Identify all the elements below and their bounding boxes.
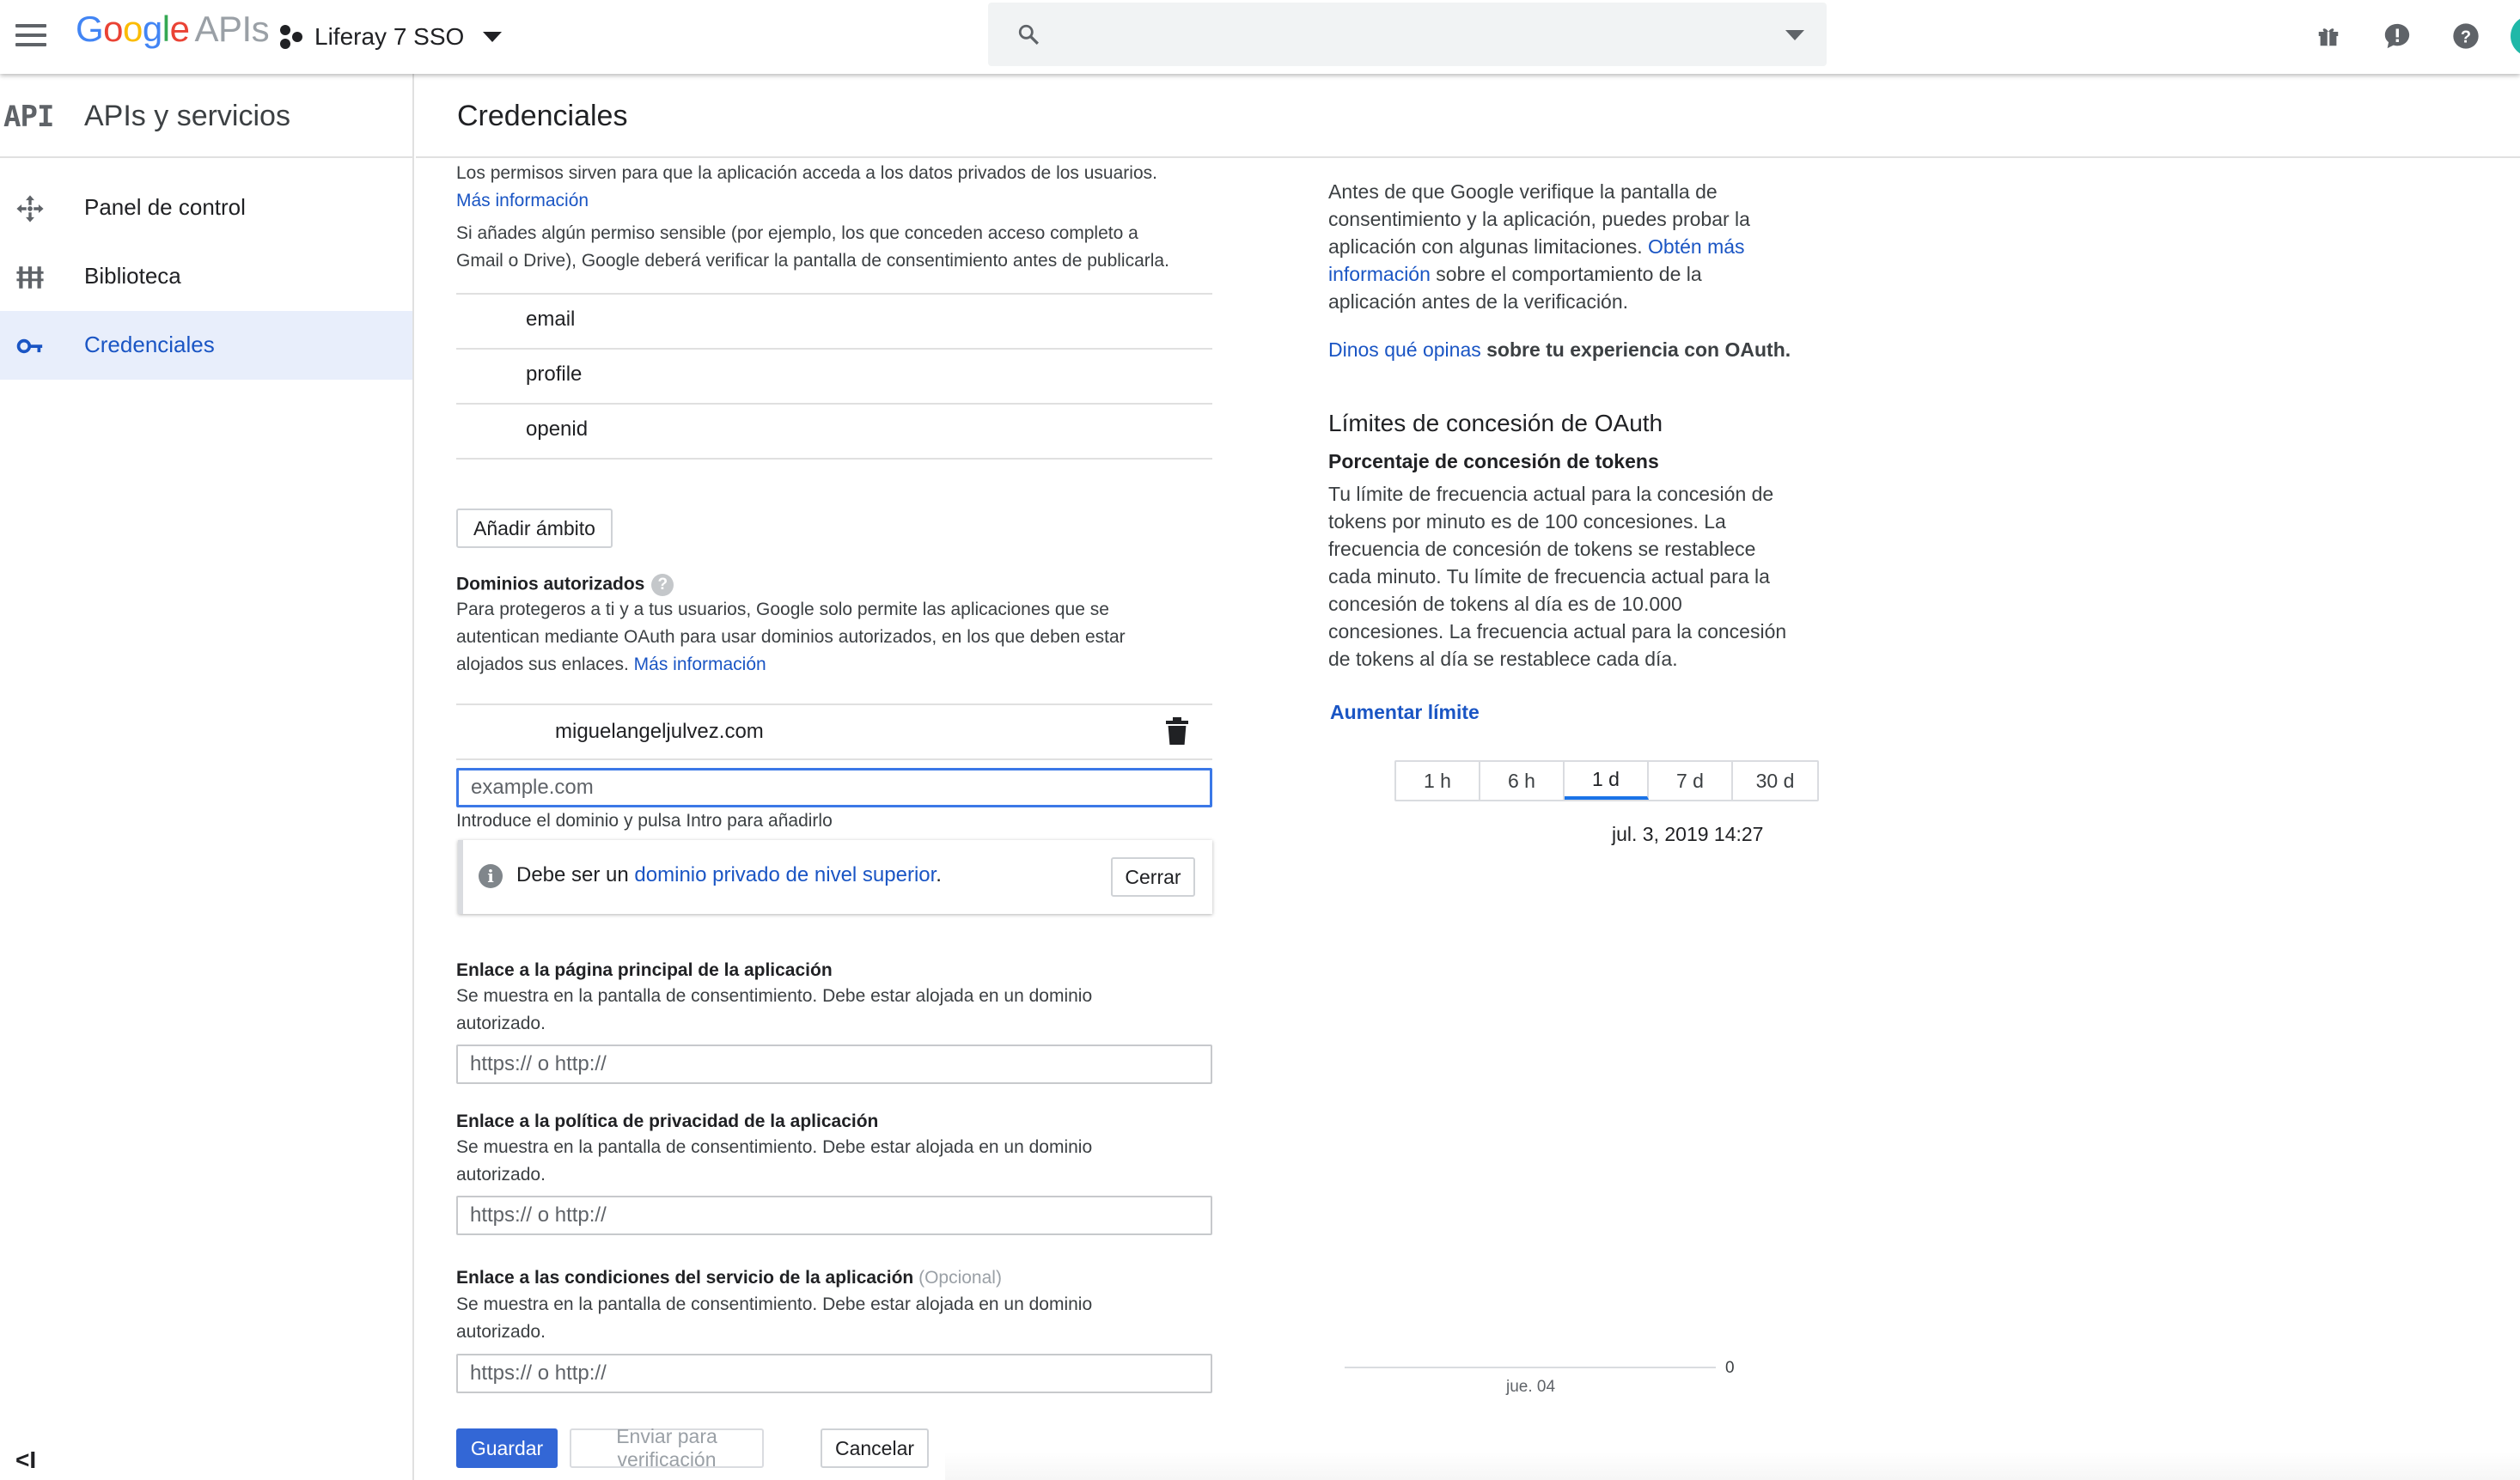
learn-more-link[interactable]: información — [1328, 263, 1431, 285]
add-scope-button[interactable]: Añadir ámbito — [456, 509, 613, 548]
privacy-policy-input[interactable] — [456, 1196, 1212, 1235]
sensitive-scopes-note: Si añades algún permiso sensible (por ej… — [456, 223, 1138, 243]
range-7d[interactable]: 7 d — [1649, 762, 1733, 800]
top-level-domain-link[interactable]: dominio privado de nivel superior — [634, 863, 936, 886]
domain-error-alert: i Debe ser un dominio privado de nivel s… — [458, 840, 1212, 914]
optional-tag: (Opcional) — [918, 1268, 1002, 1288]
save-button[interactable]: Guardar — [456, 1428, 558, 1468]
divider — [456, 703, 1212, 705]
search-input[interactable] — [1065, 16, 1753, 52]
chart-y-zero-label: 0 — [1725, 1359, 1735, 1377]
range-1d[interactable]: 1 d — [1565, 762, 1649, 800]
privacy-policy-desc: Se muestra en la pantalla de consentimie… — [456, 1137, 1093, 1157]
help-icon[interactable]: ? — [2449, 19, 2483, 53]
terms-of-service-desc: Se muestra en la pantalla de consentimie… — [456, 1294, 1093, 1314]
sidebar-item-biblioteca[interactable]: Biblioteca — [0, 242, 412, 311]
terms-of-service-desc: autorizado. — [456, 1322, 546, 1342]
gift-icon[interactable] — [2311, 19, 2346, 53]
sensitive-scopes-note: Gmail o Drive), Google deberá verificar … — [456, 251, 1169, 271]
search-bar[interactable] — [988, 3, 1827, 66]
scope-item: email — [526, 308, 576, 331]
sidebar-item-credenciales[interactable]: Credenciales — [0, 311, 412, 380]
top-app-bar: Google APIs Liferay 7 SSO ? — [0, 0, 2520, 74]
google-apis-logo[interactable]: Google APIs — [76, 9, 270, 50]
authorized-domain-item: miguelangeljulvez.com — [555, 720, 764, 743]
increase-limit-link[interactable]: Aumentar límite — [1330, 701, 1480, 724]
chart-x-axis — [1345, 1367, 1716, 1368]
feedback-icon[interactable] — [2380, 19, 2414, 53]
sidebar-item-label: Panel de control — [84, 194, 246, 220]
divider — [456, 458, 1212, 460]
scope-item: openid — [526, 417, 589, 441]
key-icon — [16, 338, 43, 354]
authorized-domains-desc: autentican mediante OAuth para usar domi… — [456, 627, 1126, 647]
sidebar-header: API APIs y servicios — [0, 74, 412, 158]
feedback-link[interactable]: Dinos qué opinas — [1328, 338, 1481, 361]
project-dots-icon — [280, 25, 304, 49]
domains-more-info-link[interactable]: Más información — [634, 655, 766, 674]
divider — [456, 293, 1212, 295]
chevron-down-icon — [483, 32, 503, 42]
time-range-selector: 1 h 6 h 1 d 7 d 30 d — [1394, 760, 1819, 801]
divider — [456, 348, 1212, 350]
dashboard-icon — [16, 195, 44, 222]
sidebar-title: APIs y servicios — [84, 100, 290, 132]
scopes-intro: Los permisos sirven para que la aplicaci… — [456, 163, 1157, 183]
library-icon — [16, 266, 44, 289]
alert-message: Debe ser un dominio privado de nivel sup… — [516, 863, 942, 886]
info-icon: i — [479, 864, 503, 888]
search-options-chevron-icon[interactable] — [1785, 30, 1804, 40]
authorized-domains-label: Dominios autorizados? — [456, 574, 674, 596]
sidebar: API APIs y servicios Panel de control Bi… — [0, 74, 414, 1480]
sidebar-item-panel-de-control[interactable]: Panel de control — [0, 174, 412, 242]
oauth-limits-title: Límites de concesión de OAuth — [1328, 410, 1663, 436]
help-icon[interactable]: ? — [651, 574, 674, 596]
range-30d[interactable]: 30 d — [1733, 762, 1817, 800]
range-1h[interactable]: 1 h — [1396, 762, 1480, 800]
api-badge-icon: API — [3, 100, 54, 134]
account-avatar[interactable] — [2511, 15, 2520, 57]
divider — [456, 403, 1212, 405]
homepage-link-desc: autorizado. — [456, 1014, 546, 1033]
scopes-more-info-link[interactable]: Más información — [456, 187, 589, 215]
authorized-domains-desc: alojados sus enlaces. Más información — [456, 655, 766, 674]
bottom-shadow — [945, 1452, 2520, 1480]
page-title: Credenciales — [457, 100, 628, 132]
authorized-domains-desc: Para protegeros a ti y a tus usuarios, G… — [456, 600, 1109, 619]
chart-x-tick: jue. 04 — [1506, 1378, 1556, 1396]
project-name: Liferay 7 SSO — [314, 23, 465, 50]
learn-more-link[interactable]: Obtén más — [1648, 235, 1745, 258]
verification-info: Antes de que Google verifique la pantall… — [1328, 180, 1750, 313]
homepage-link-label: Enlace a la página principal de la aplic… — [456, 960, 833, 980]
privacy-policy-desc: autorizado. — [456, 1165, 546, 1185]
cancel-button[interactable]: Cancelar — [821, 1428, 929, 1468]
token-rate-description: Tu límite de frecuencia actual para la c… — [1328, 483, 1787, 670]
range-6h[interactable]: 6 h — [1480, 762, 1565, 800]
sidebar-item-label: Credenciales — [84, 332, 215, 357]
collapse-sidebar-icon[interactable]: <I — [15, 1447, 36, 1474]
domain-input-hint: Introduce el dominio y pulsa Intro para … — [456, 811, 833, 831]
privacy-policy-label: Enlace a la política de privacidad de la… — [456, 1112, 879, 1131]
divider — [456, 758, 1212, 760]
trash-icon[interactable] — [1165, 717, 1189, 745]
menu-icon[interactable] — [14, 19, 50, 55]
close-alert-button[interactable]: Cerrar — [1111, 857, 1195, 897]
scope-item: profile — [526, 362, 583, 386]
chart-timestamp: jul. 3, 2019 14:27 — [1612, 823, 1764, 845]
svg-text:?: ? — [2461, 27, 2471, 46]
domain-input[interactable] — [456, 768, 1212, 807]
terms-of-service-label: Enlace a las condiciones del servicio de… — [456, 1268, 1002, 1288]
sidebar-item-label: Biblioteca — [84, 263, 181, 289]
feedback-line: Dinos qué opinas sobre tu experiencia co… — [1328, 338, 1791, 361]
terms-of-service-input[interactable] — [456, 1354, 1212, 1393]
search-icon — [1018, 24, 1039, 45]
homepage-link-desc: Se muestra en la pantalla de consentimie… — [456, 986, 1093, 1006]
homepage-link-input[interactable] — [456, 1045, 1212, 1084]
submit-for-verification-button[interactable]: Enviar para verificación — [570, 1425, 764, 1471]
page-header: Credenciales — [416, 74, 2520, 158]
token-rate-subtitle: Porcentaje de concesión de tokens — [1328, 450, 1659, 472]
project-selector[interactable]: Liferay 7 SSO — [280, 19, 503, 55]
